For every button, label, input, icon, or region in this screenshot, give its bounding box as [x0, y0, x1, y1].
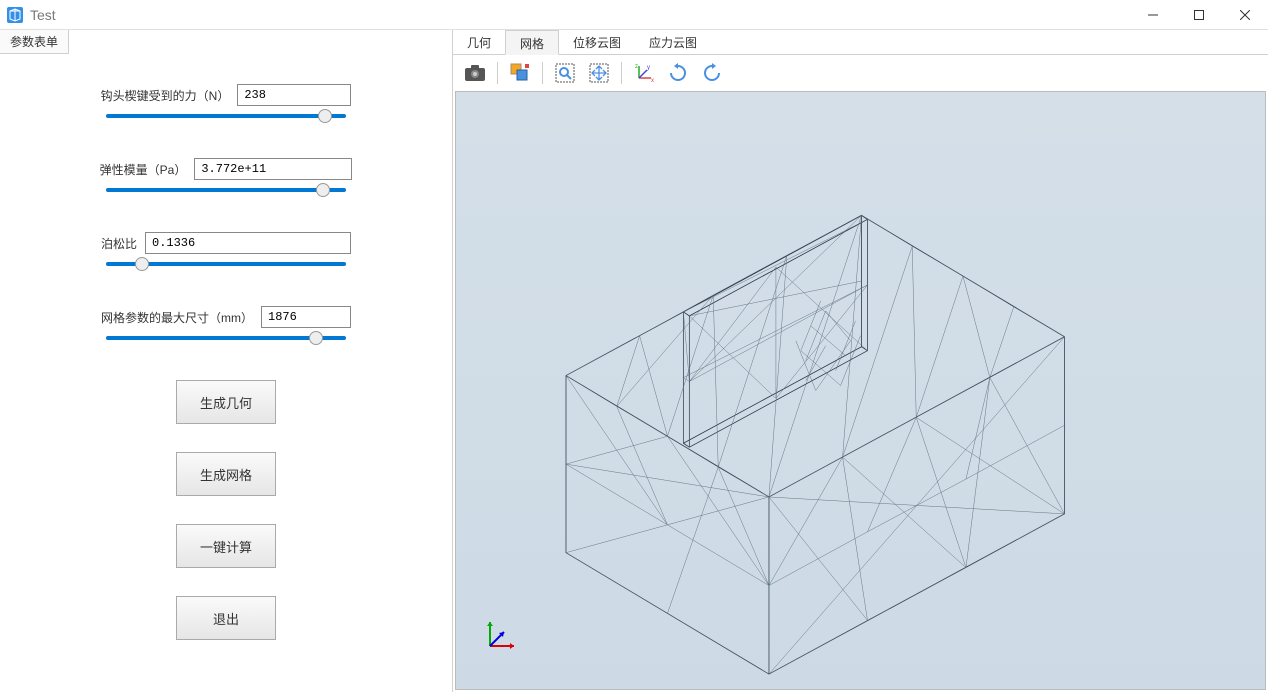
viewport-toolbar: x z y: [453, 55, 1268, 91]
tab-stress[interactable]: 应力云图: [635, 30, 711, 54]
tab-displacement[interactable]: 位移云图: [559, 30, 635, 54]
modulus-label: 弹性模量（Pa）: [100, 161, 187, 178]
rotate-ccw-icon[interactable]: [698, 59, 726, 87]
close-button[interactable]: [1222, 0, 1268, 30]
sidebar: 参数表单 钩头楔键受到的力（N） 弹性模量（Pa） 泊松比: [0, 30, 453, 692]
force-slider[interactable]: [106, 114, 346, 118]
modulus-input[interactable]: [194, 158, 352, 180]
fit-view-icon[interactable]: [585, 59, 613, 87]
toolbar-separator: [497, 62, 498, 84]
param-modulus: 弹性模量（Pa）: [50, 158, 402, 192]
minimize-button[interactable]: [1130, 0, 1176, 30]
mesh-size-label: 网格参数的最大尺寸（mm）: [101, 309, 253, 326]
svg-text:x: x: [651, 78, 654, 84]
modulus-slider[interactable]: [106, 188, 346, 192]
axis-triad: [480, 616, 520, 661]
titlebar: Test: [0, 0, 1268, 30]
exit-button[interactable]: 退出: [176, 596, 276, 640]
mesh-wireframe: [456, 92, 1265, 689]
force-label: 钩头楔键受到的力（N）: [101, 87, 230, 104]
toolbar-separator: [542, 62, 543, 84]
viewport-3d[interactable]: [455, 91, 1266, 690]
tab-mesh[interactable]: 网格: [505, 30, 559, 55]
compute-button[interactable]: 一键计算: [176, 524, 276, 568]
rotate-cw-icon[interactable]: [664, 59, 692, 87]
zoom-window-icon[interactable]: [551, 59, 579, 87]
param-mesh-size: 网格参数的最大尺寸（mm）: [50, 306, 402, 340]
poisson-slider[interactable]: [106, 262, 346, 266]
force-input[interactable]: [237, 84, 351, 106]
param-tab[interactable]: 参数表单: [0, 30, 69, 54]
maximize-button[interactable]: [1176, 0, 1222, 30]
svg-text:y: y: [647, 65, 650, 71]
content-area: 几何 网格 位移云图 应力云图 x z y: [453, 30, 1268, 692]
window-buttons: [1130, 0, 1268, 30]
poisson-label: 泊松比: [101, 235, 137, 252]
generate-mesh-button[interactable]: 生成网格: [176, 452, 276, 496]
mesh-size-input[interactable]: [261, 306, 351, 328]
poisson-input[interactable]: [145, 232, 351, 254]
view-tabs: 几何 网格 位移云图 应力云图: [453, 30, 1268, 55]
app-icon: [6, 6, 24, 24]
axis-triad-icon[interactable]: x z y: [630, 59, 658, 87]
window-title: Test: [30, 7, 56, 23]
mesh-size-slider[interactable]: [106, 336, 346, 340]
box-select-icon[interactable]: [506, 59, 534, 87]
toolbar-separator: [621, 62, 622, 84]
param-poisson: 泊松比: [50, 232, 402, 266]
generate-geometry-button[interactable]: 生成几何: [176, 380, 276, 424]
svg-text:z: z: [635, 64, 638, 70]
param-force: 钩头楔键受到的力（N）: [50, 84, 402, 118]
camera-icon[interactable]: [461, 59, 489, 87]
tab-geometry[interactable]: 几何: [453, 30, 505, 54]
